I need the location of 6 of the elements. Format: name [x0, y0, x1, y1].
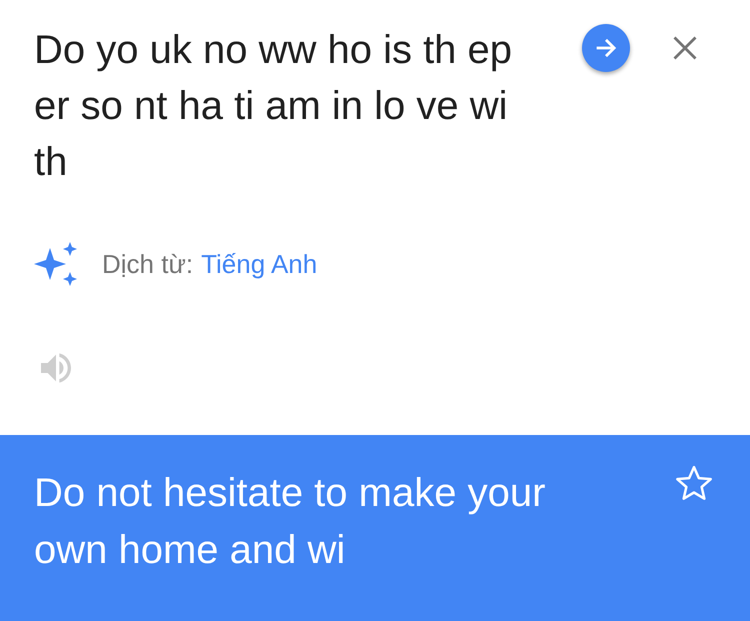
- detected-from-label: Dịch từ:: [102, 248, 194, 280]
- language-link[interactable]: Tiếng Anh: [201, 248, 318, 280]
- translation-text: Do not hesitate to make your own home and wi: [34, 470, 546, 574]
- star-button[interactable]: [674, 463, 714, 503]
- input-text[interactable]: Do yo uk no ww ho is th ep er so nt ha ti am in lo ve wi th: [34, 22, 514, 190]
- translate-button[interactable]: [582, 24, 630, 72]
